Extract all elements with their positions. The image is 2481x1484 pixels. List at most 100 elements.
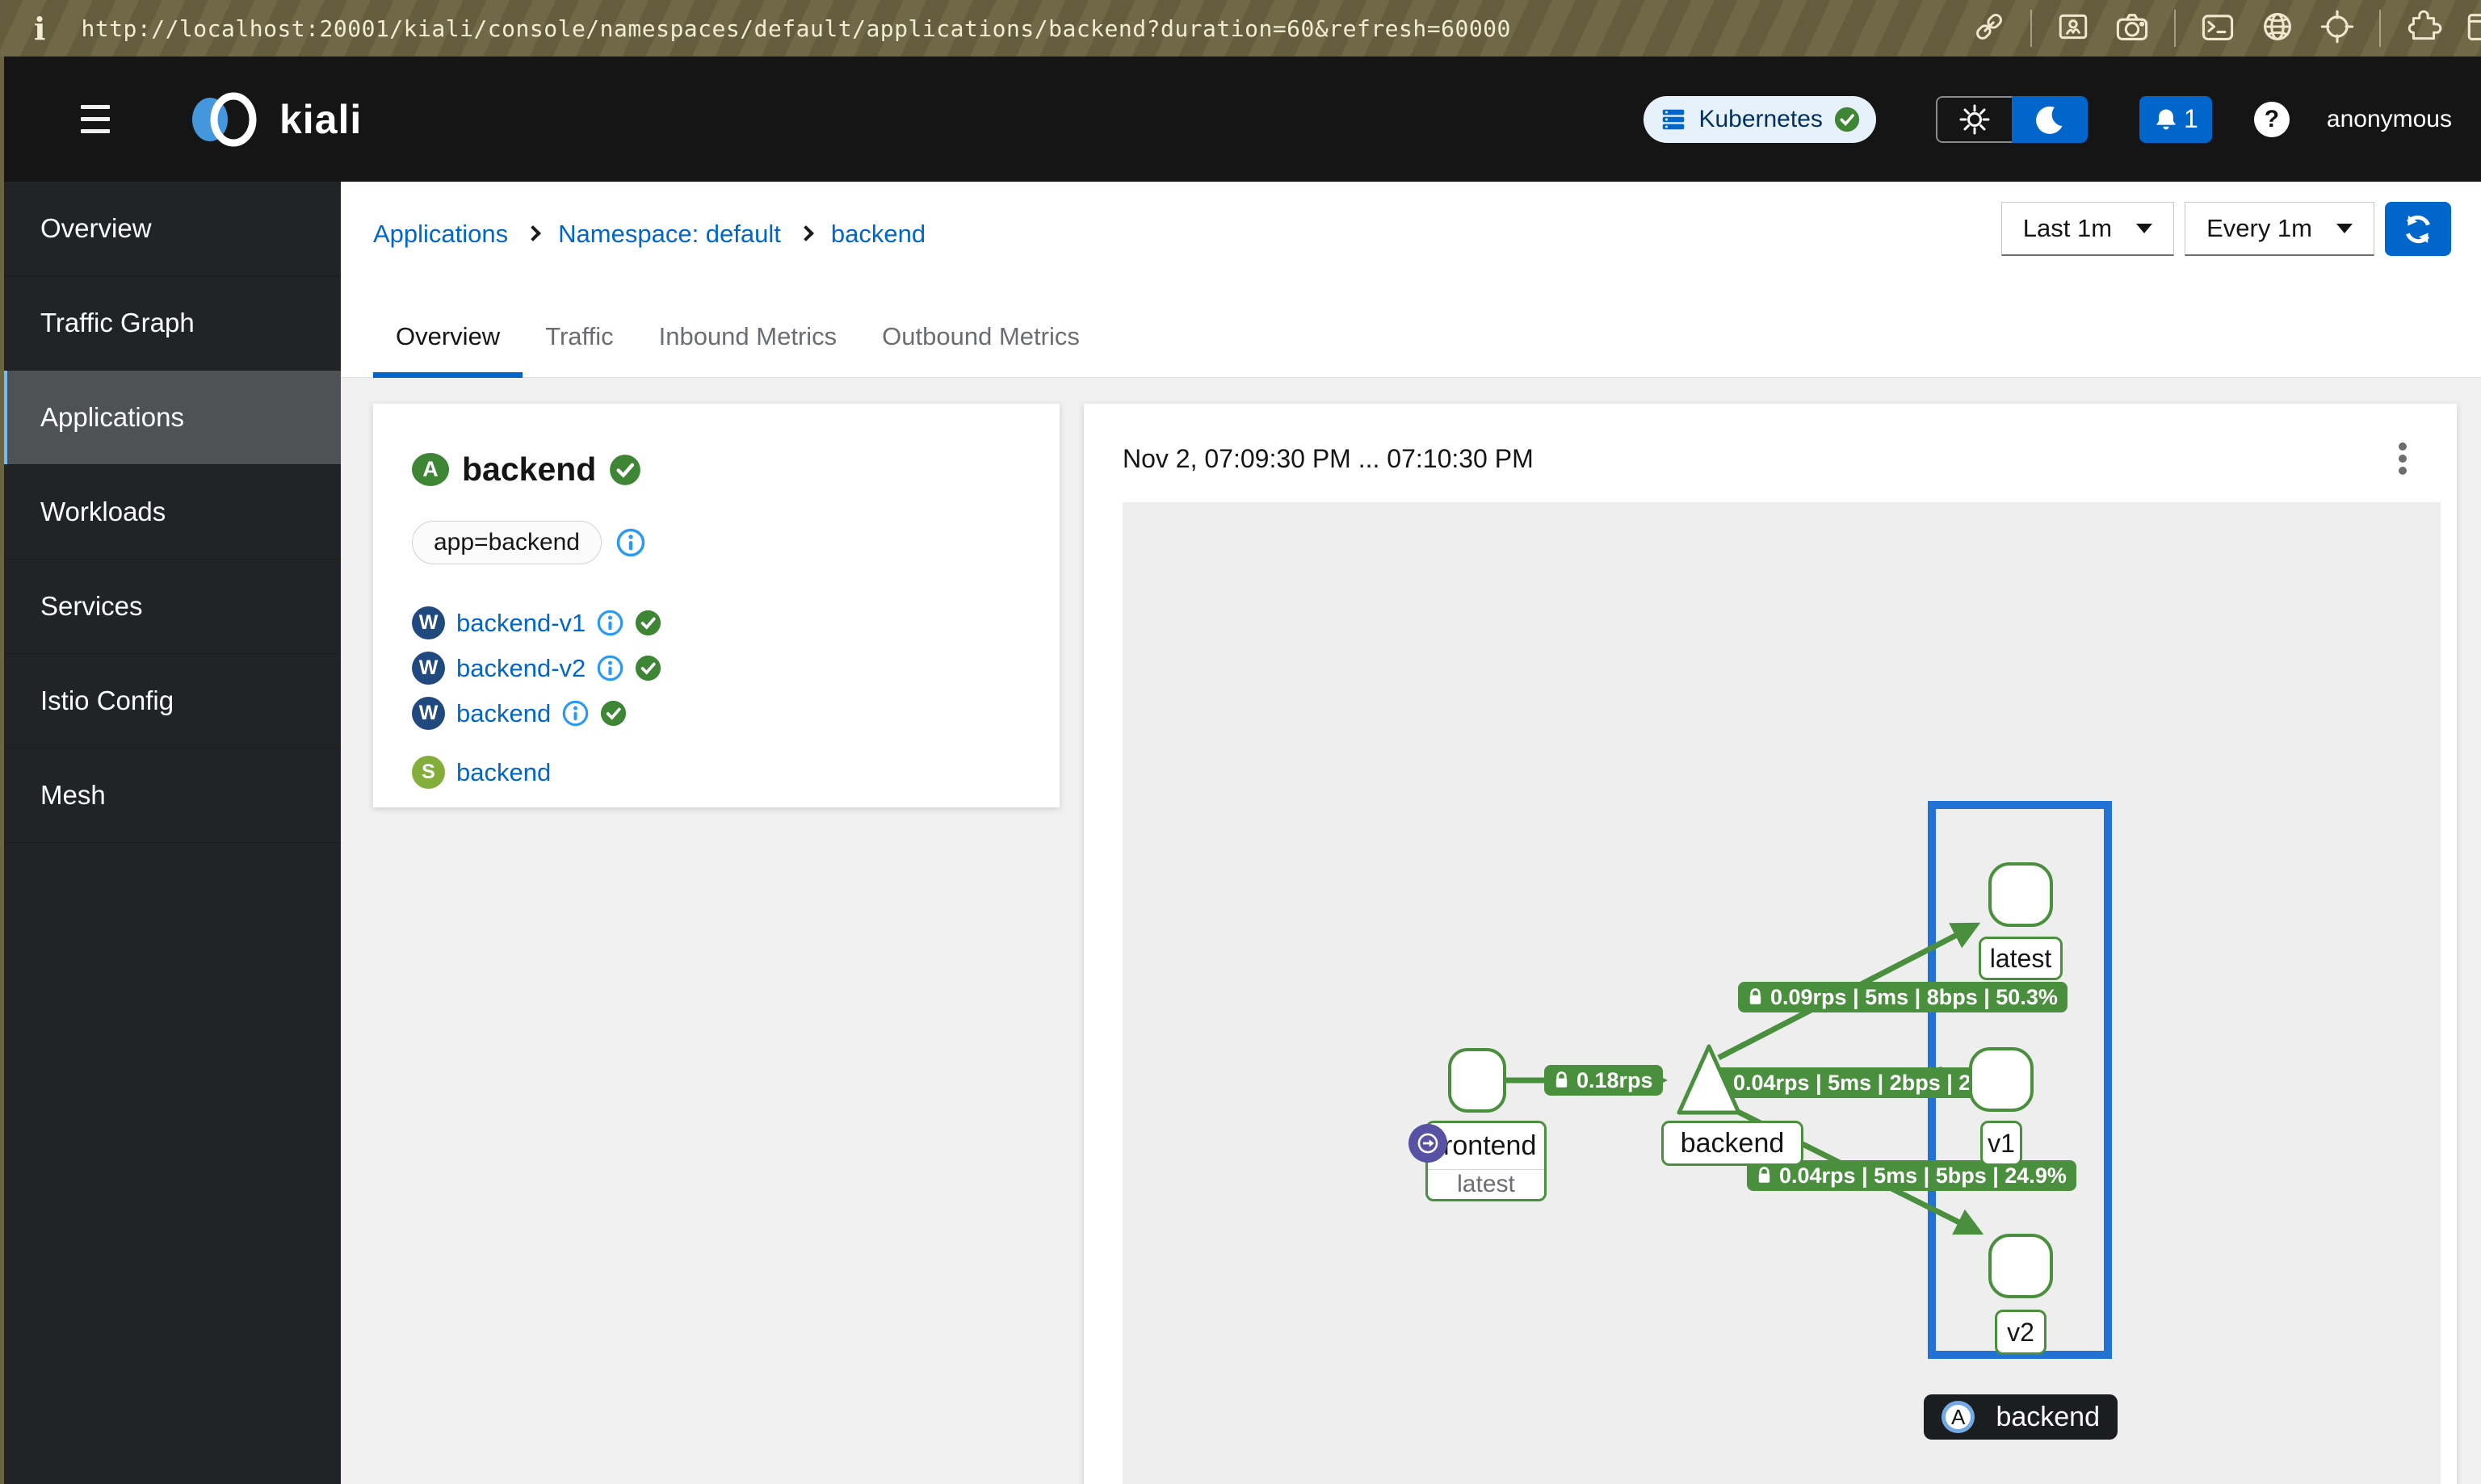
sidebar-item-istio-config[interactable]: Istio Config [0, 654, 341, 748]
globe-icon[interactable] [2260, 9, 2295, 48]
sidebar-item-mesh[interactable]: Mesh [0, 748, 341, 843]
overview-content: A backend app=backend W backend-v1 W bac… [341, 378, 2481, 1484]
notifications-button[interactable]: 1 [2139, 95, 2212, 143]
workload-badge: W [412, 652, 445, 685]
browser-toolbar [1972, 8, 2481, 49]
app-title-row: A backend [412, 451, 1027, 488]
link-icon[interactable] [1972, 10, 2006, 48]
mtls-lock-icon [1758, 1167, 1770, 1183]
cluster-icon [1663, 109, 1685, 129]
tab-inbound-metrics[interactable]: Inbound Metrics [636, 322, 860, 377]
sidebar-item-applications[interactable]: Applications [0, 371, 341, 465]
node-frontend[interactable] [1448, 1048, 1506, 1113]
help-button[interactable]: ? [2253, 101, 2290, 137]
cluster-healthy-icon [1834, 107, 1860, 132]
window-edge [0, 57, 4, 1484]
workload-link-backend-v2[interactable]: backend-v2 [456, 654, 586, 683]
help-glyph: ? [2264, 105, 2280, 132]
breadcrumb: Applications Namespace: default backend [373, 220, 926, 249]
chevron-right-icon [525, 224, 542, 241]
workload-list: W backend-v1 W backend-v2 W backend [412, 606, 1027, 730]
menu-toggle-icon[interactable] [81, 105, 110, 133]
health-ok-icon [636, 655, 661, 681]
sidebar-item-workloads[interactable]: Workloads [0, 465, 341, 560]
address-url[interactable]: http://localhost:20001/kiali/console/nam… [81, 15, 1510, 42]
breadcrumb-applications[interactable]: Applications [373, 220, 508, 249]
time-controls: Last 1m Every 1m [2000, 202, 2451, 256]
kiali-logo[interactable]: kiali [187, 91, 362, 148]
breadcrumb-namespace[interactable]: Namespace: default [558, 220, 781, 249]
sidebar-item-traffic-graph[interactable]: Traffic Graph [0, 276, 341, 371]
health-ok-icon [601, 700, 627, 727]
page-info-icon[interactable]: i [34, 10, 45, 47]
workload-link-backend[interactable]: backend [456, 699, 551, 728]
traffic-source-icon [1408, 1124, 1447, 1163]
cluster-badge[interactable]: Kubernetes [1644, 95, 1876, 143]
node-backend-v2[interactable] [1988, 1234, 2053, 1298]
sidebar-item-services[interactable]: Services [0, 560, 341, 654]
refresh-interval-select[interactable]: Every 1m [2185, 202, 2374, 256]
info-icon[interactable] [562, 700, 589, 727]
workload-row: W backend-v2 [412, 652, 1027, 685]
graph-overview-card: Nov 2, 07:09:30 PM ... 07:10:30 PM 0.18r… [1084, 404, 2457, 1484]
info-icon[interactable] [597, 610, 623, 636]
backend-service-label: backend [1661, 1121, 1803, 1166]
latest-version-label: latest [1979, 937, 2063, 980]
mtls-lock-icon [1749, 988, 1761, 1004]
mini-traffic-graph: 0.18rps 0.09rps | 5ms | 8bps | 50.3% 0.0… [1123, 502, 2441, 1484]
tab-outbound-metrics[interactable]: Outbound Metrics [859, 322, 1102, 377]
camera-icon[interactable] [2114, 9, 2150, 48]
health-ok-icon [610, 454, 641, 485]
cluster-name: Kubernetes [1698, 105, 1823, 132]
caret-down-icon [2336, 224, 2353, 233]
info-icon[interactable] [616, 528, 645, 557]
toolbar-separator [2174, 10, 2176, 47]
browser-url-bar[interactable]: i http://localhost:20001/kiali/console/n… [0, 0, 2481, 57]
puzzle-icon[interactable] [2405, 8, 2442, 49]
kebab-menu[interactable] [2389, 436, 2416, 481]
node-backend-service[interactable] [1674, 1042, 1744, 1117]
node-backend-v1[interactable] [1969, 1047, 2034, 1112]
workload-link-backend-v1[interactable]: backend-v1 [456, 609, 586, 638]
graph-panel-header: Nov 2, 07:09:30 PM ... 07:10:30 PM [1084, 404, 2457, 502]
theme-toggle [1935, 95, 2088, 143]
app-labels-row: app=backend [412, 521, 1027, 564]
app-masthead: kiali Kubernetes 1 ? anonymous [0, 57, 2481, 182]
service-link-backend[interactable]: backend [456, 758, 551, 787]
header-tools: Kubernetes 1 ? anonymous [1644, 95, 2481, 143]
tab-traffic[interactable]: Traffic [523, 322, 636, 377]
frontend-node-label: frontend latest [1408, 1121, 1547, 1201]
user-menu[interactable]: anonymous [2327, 106, 2452, 133]
workload-badge: W [412, 697, 445, 730]
info-icon[interactable] [597, 655, 623, 681]
duration-select[interactable]: Last 1m [2000, 202, 2175, 256]
graph-time-range: Nov 2, 07:09:30 PM ... 07:10:30 PM [1123, 443, 1534, 473]
sun-icon [1959, 104, 1990, 134]
toolbar-separator [2379, 10, 2381, 47]
workload-row: W backend [412, 697, 1027, 730]
node-backend-latest[interactable] [1988, 862, 2053, 927]
main-content: Applications Namespace: default backend … [341, 182, 2481, 1484]
terminal-icon[interactable] [2200, 9, 2235, 48]
mtls-lock-icon [1555, 1071, 1568, 1088]
sidebar-item-overview[interactable]: Overview [0, 182, 341, 276]
window-icon[interactable] [2466, 9, 2481, 48]
refresh-button[interactable] [2385, 202, 2451, 256]
app-title: backend [462, 451, 597, 488]
v1-version-label: v1 [1980, 1121, 2022, 1166]
light-theme-button[interactable] [1935, 95, 2012, 143]
edge-label-backend-latest: 0.09rps | 5ms | 8bps | 50.3% [1738, 982, 2068, 1012]
crosshair-icon[interactable] [2319, 9, 2355, 48]
app-summary-card: A backend app=backend W backend-v1 W bac… [373, 404, 1060, 807]
image-icon[interactable] [2056, 10, 2090, 48]
toolbar-separator [2030, 10, 2032, 47]
chevron-right-icon [797, 224, 814, 241]
breadcrumb-app[interactable]: backend [831, 220, 926, 249]
tab-overview[interactable]: Overview [373, 322, 523, 378]
app-group-label[interactable]: A backend [1924, 1394, 2118, 1440]
bell-icon [2156, 109, 2176, 129]
notification-count: 1 [2183, 104, 2198, 133]
breadcrumb-row: Applications Namespace: default backend … [341, 182, 2481, 287]
dark-theme-button[interactable] [2011, 95, 2088, 143]
brand-text: kiali [279, 96, 363, 142]
